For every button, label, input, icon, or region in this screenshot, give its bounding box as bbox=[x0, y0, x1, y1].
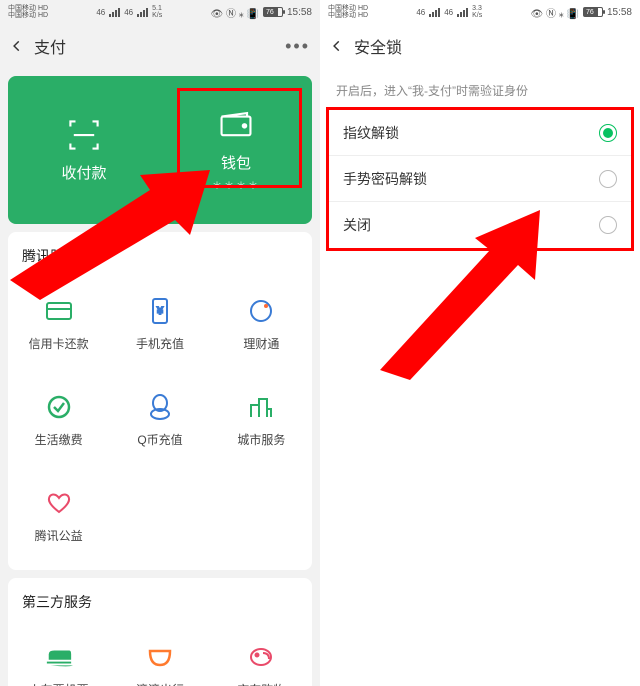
screen-security-lock: 中国移动 HD 中国移动 HD 46 46 3.3 K/s 👁 Ⓝ ⁎ 📳 76… bbox=[320, 0, 640, 686]
wealth-icon bbox=[247, 297, 275, 325]
signal-icon bbox=[457, 8, 468, 17]
heart-icon bbox=[45, 489, 73, 517]
battery-icon: 76 bbox=[583, 7, 603, 17]
didi-icon bbox=[146, 643, 174, 671]
section-tencent-services: 腾讯服务 信用卡还款 ¥ 手机充值 理财通 生活缴费 bbox=[8, 232, 312, 570]
page-title: 安全锁 bbox=[354, 34, 630, 58]
option-fingerprint[interactable]: 指纹解锁 bbox=[329, 110, 631, 156]
scan-icon bbox=[67, 118, 101, 152]
check-circle-icon bbox=[45, 393, 73, 421]
status-bar: 中国移动 HD 中国移动 HD 46 46 3.3 K/s 👁 Ⓝ ⁎ 📳 76… bbox=[320, 0, 640, 24]
section-third-party: 第三方服务 火车票机票 滴滴出行 京东购物 bbox=[8, 578, 312, 686]
signal-icon bbox=[429, 8, 440, 17]
hero-card: 收付款 钱包 ＊＊＊＊ bbox=[8, 76, 312, 224]
annotation-box-options: 指纹解锁 手势密码解锁 关闭 bbox=[326, 107, 634, 251]
page-title: 支付 bbox=[34, 34, 280, 58]
hint-text: 开启后，进入“我-支付”时需验证身份 bbox=[320, 68, 640, 107]
service-train-flight[interactable]: 火车票机票 bbox=[8, 622, 109, 686]
screen-payment: 中国移动 HD 中国移动 HD 46 46 5.1 K/s 👁 Ⓝ ⁎ 📳 76… bbox=[0, 0, 320, 686]
service-credit-card[interactable]: 信用卡还款 bbox=[8, 276, 109, 372]
svg-text:¥: ¥ bbox=[156, 306, 163, 317]
battery-icon: 76 bbox=[263, 7, 283, 17]
section-title: 第三方服务 bbox=[8, 578, 312, 622]
status-icons: 👁 Ⓝ ⁎ 📳 bbox=[530, 5, 578, 20]
signal-icon bbox=[109, 8, 120, 17]
back-icon[interactable] bbox=[10, 39, 34, 53]
card-icon bbox=[45, 297, 73, 325]
status-icons: 👁 Ⓝ ⁎ 📳 bbox=[210, 5, 258, 20]
status-time: 15:58 bbox=[287, 7, 312, 18]
more-icon[interactable]: ••• bbox=[280, 36, 310, 57]
carrier-line-1: 中国移动 HD bbox=[328, 5, 368, 12]
status-bar: 中国移动 HD 中国移动 HD 46 46 5.1 K/s 👁 Ⓝ ⁎ 📳 76… bbox=[0, 0, 320, 24]
status-time: 15:58 bbox=[607, 7, 632, 18]
carrier-line-2: 中国移动 HD bbox=[328, 12, 368, 19]
hero-pay-label: 收付款 bbox=[61, 162, 106, 183]
service-qcoin[interactable]: Q币充值 bbox=[109, 372, 210, 468]
nav-bar: 支付 ••• bbox=[0, 24, 320, 68]
service-didi[interactable]: 滴滴出行 bbox=[109, 622, 210, 686]
service-wealth[interactable]: 理财通 bbox=[211, 276, 312, 372]
building-icon bbox=[247, 393, 275, 421]
annotation-box-wallet bbox=[177, 88, 302, 188]
phone-icon: ¥ bbox=[146, 297, 174, 325]
service-jd[interactable]: 京东购物 bbox=[211, 622, 312, 686]
carrier-line-1: 中国移动 HD bbox=[8, 5, 48, 12]
service-utilities[interactable]: 生活缴费 bbox=[8, 372, 109, 468]
signal-icon bbox=[137, 8, 148, 17]
service-city[interactable]: 城市服务 bbox=[211, 372, 312, 468]
back-icon[interactable] bbox=[330, 39, 354, 53]
option-off[interactable]: 关闭 bbox=[329, 202, 631, 248]
penguin-icon bbox=[146, 393, 174, 421]
nav-bar: 安全锁 bbox=[320, 24, 640, 68]
carrier-line-2: 中国移动 HD bbox=[8, 12, 48, 19]
hero-pay[interactable]: 收付款 bbox=[8, 76, 160, 224]
option-gesture[interactable]: 手势密码解锁 bbox=[329, 156, 631, 202]
jd-icon bbox=[247, 643, 275, 671]
service-charity[interactable]: 腾讯公益 bbox=[8, 468, 109, 564]
service-phone-recharge[interactable]: ¥ 手机充值 bbox=[109, 276, 210, 372]
radio-icon bbox=[599, 216, 617, 234]
radio-icon bbox=[599, 124, 617, 142]
radio-icon bbox=[599, 170, 617, 188]
train-icon bbox=[45, 643, 73, 671]
section-title: 腾讯服务 bbox=[8, 232, 312, 276]
